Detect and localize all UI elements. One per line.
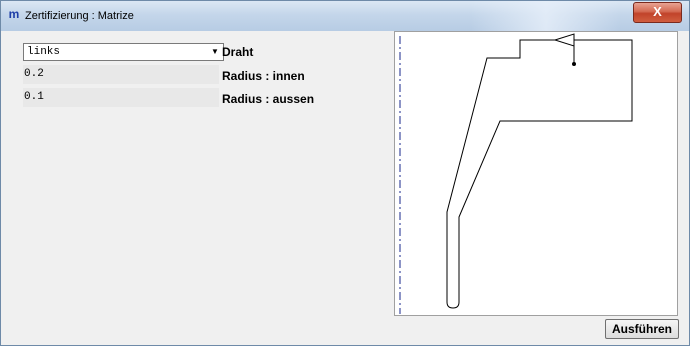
draht-dropdown[interactable]: links ▼ — [23, 43, 224, 61]
marker-dot — [572, 62, 576, 66]
radius-innen-value: 0.2 — [24, 68, 44, 80]
title-bar-glow — [471, 1, 621, 31]
preview-canvas — [394, 31, 678, 316]
main-window: m Zertifizierung : Matrize X links ▼ Dra… — [0, 0, 690, 346]
radius-innen-label: Radius : innen — [222, 69, 305, 83]
arrow-marker-icon — [553, 33, 575, 47]
radius-aussen-label: Radius : aussen — [222, 92, 315, 106]
radius-aussen-value: 0.1 — [24, 91, 44, 103]
radius-aussen-field[interactable]: 0.1 — [23, 88, 219, 107]
client-area: links ▼ Draht 0.2 Radius : innen 0.1 Rad… — [9, 31, 681, 339]
draht-dropdown-value: links — [27, 46, 61, 58]
title-bar[interactable]: m Zertifizierung : Matrize X — [1, 1, 689, 31]
radius-innen-field[interactable]: 0.2 — [23, 65, 219, 84]
preview-drawing — [399, 33, 633, 314]
run-button[interactable]: Ausführen — [605, 319, 679, 339]
close-button[interactable]: X — [633, 2, 682, 23]
draht-label: Draht — [222, 45, 254, 59]
die-profile-outline — [446, 39, 633, 309]
app-icon: m — [8, 7, 20, 21]
chevron-down-icon[interactable]: ▼ — [208, 45, 222, 59]
window-title: Zertifizierung : Matrize — [25, 10, 134, 22]
